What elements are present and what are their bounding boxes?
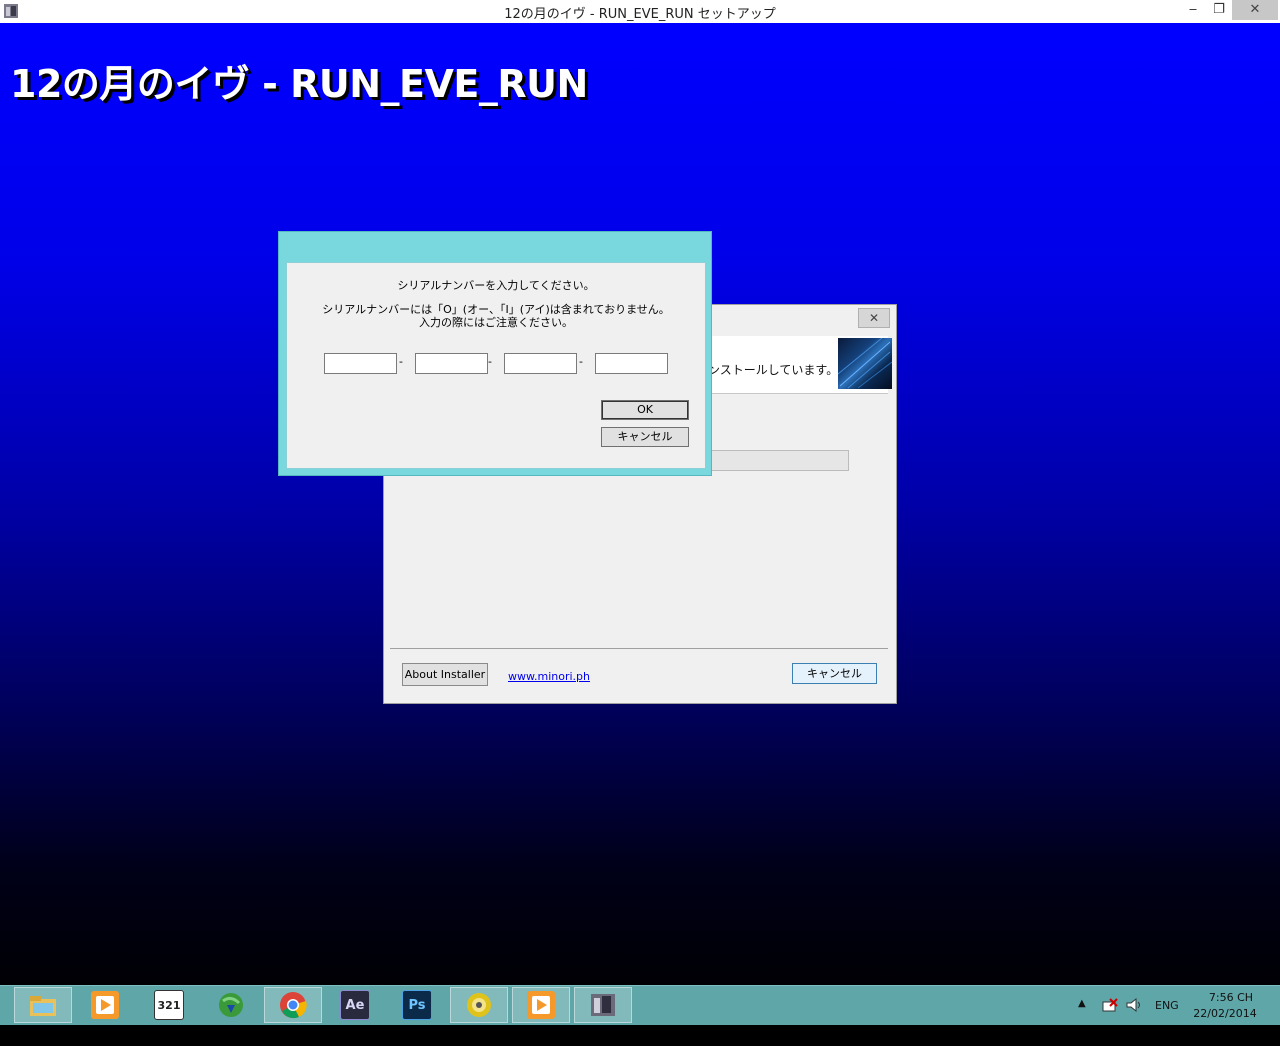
taskbar-download-manager[interactable] xyxy=(202,987,260,1023)
media-player-icon xyxy=(527,991,555,1019)
cancel-button[interactable]: キャンセル xyxy=(601,427,689,447)
install-progress-bar xyxy=(709,450,849,471)
installer-status-text: ンストールしています。 xyxy=(708,363,839,377)
serial-caution: 入力の際にはご注意ください。 xyxy=(419,316,573,329)
taskbar-after-effects[interactable]: Ae xyxy=(326,987,384,1023)
taskbar-file-explorer[interactable] xyxy=(14,987,72,1023)
serial-field-2[interactable] xyxy=(415,353,488,374)
taskbar-installer-app[interactable] xyxy=(574,987,632,1023)
chrome-icon xyxy=(279,991,307,1019)
taskbar-media-player[interactable] xyxy=(76,987,134,1023)
serial-field-1[interactable] xyxy=(324,353,397,374)
folder-icon xyxy=(29,991,57,1019)
website-link[interactable]: www.minori.ph xyxy=(508,670,590,683)
taskbar: 321 Ae Ps ▲ ENG 7:56 CH 22/02/2014 xyxy=(0,985,1280,1025)
serial-field-4[interactable] xyxy=(595,353,668,374)
taskbar-media-player-2[interactable] xyxy=(512,987,570,1023)
taskbar-photoshop[interactable]: Ps xyxy=(388,987,446,1023)
after-effects-icon: Ae xyxy=(340,990,370,1020)
language-indicator[interactable]: ENG xyxy=(1155,999,1179,1038)
volume-icon[interactable] xyxy=(1125,996,1143,1035)
window-title: 12の月のイヴ - RUN_EVE_RUN セットアップ xyxy=(504,7,776,22)
about-installer-button[interactable]: About Installer xyxy=(402,663,488,686)
serial-prompt: シリアルナンバーを入力してください。 xyxy=(397,279,595,292)
photoshop-icon: Ps xyxy=(402,990,432,1020)
installer-close-button[interactable]: ✕ xyxy=(858,308,890,328)
globe-download-icon xyxy=(217,991,245,1019)
taskbar-chrome[interactable] xyxy=(264,987,322,1023)
installer-cancel-button[interactable]: キャンセル xyxy=(792,663,877,684)
installer-banner-image xyxy=(837,337,893,389)
serial-field-3[interactable] xyxy=(504,353,577,374)
footer-divider xyxy=(390,648,888,649)
serial-number-dialog: シリアルナンバーを入力してください。 シリアルナンバーには「O」(オー、「I」(… xyxy=(278,231,712,476)
window-title-bar: 12の月のイヴ - RUN_EVE_RUN セットアップ ‒ ❐ ✕ xyxy=(0,0,1280,24)
serial-separator: - xyxy=(488,355,492,368)
taskbar-disc-tool[interactable] xyxy=(450,987,508,1023)
clapperboard-icon: 321 xyxy=(154,990,184,1020)
disc-icon xyxy=(465,991,493,1019)
ok-button[interactable]: OK xyxy=(601,400,689,420)
serial-separator: - xyxy=(399,355,403,368)
close-button[interactable]: ✕ xyxy=(1232,0,1278,20)
setup-title: 12の月のイヴ - RUN_EVE_RUN xyxy=(10,62,588,106)
minimize-button[interactable]: ‒ xyxy=(1180,0,1206,20)
media-player-icon xyxy=(91,991,119,1019)
serial-separator: - xyxy=(579,355,583,368)
installer-app-icon xyxy=(589,991,617,1019)
show-hidden-icons-button[interactable]: ▲ xyxy=(1078,998,1086,1037)
clock-date[interactable]: 22/02/2014 xyxy=(1190,1007,1260,1046)
network-icon[interactable] xyxy=(1101,996,1119,1035)
taskbar-media-player-classic[interactable]: 321 xyxy=(140,987,198,1023)
serial-dialog-body: シリアルナンバーを入力してください。 シリアルナンバーには「O」(オー、「I」(… xyxy=(286,262,706,469)
restore-button[interactable]: ❐ xyxy=(1206,0,1232,20)
